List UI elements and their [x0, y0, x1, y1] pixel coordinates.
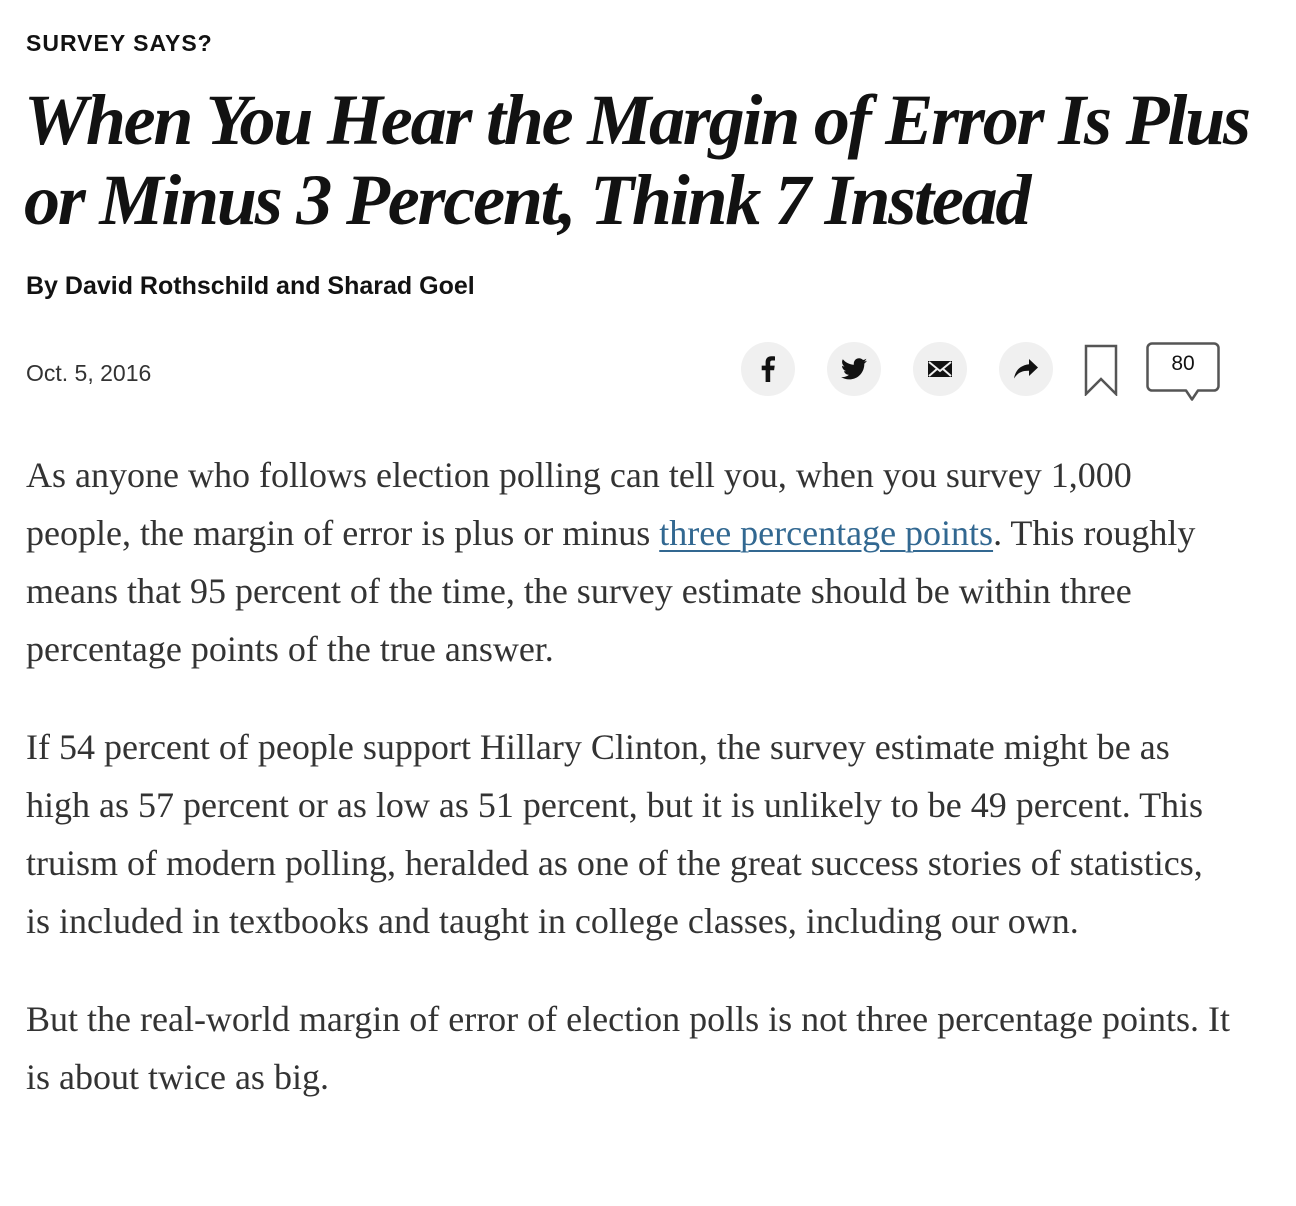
share-arrow-icon — [1014, 359, 1038, 379]
publish-date: Oct. 5, 2016 — [26, 360, 152, 386]
comments-button[interactable]: 80 — [1146, 342, 1222, 404]
more-share-button[interactable] — [999, 342, 1053, 396]
facebook-icon — [761, 356, 775, 382]
twitter-share-button[interactable] — [827, 342, 881, 396]
article-body: As anyone who follows election polling c… — [26, 446, 1231, 1146]
paragraph: As anyone who follows election polling c… — [26, 446, 1231, 678]
section-kicker[interactable]: SURVEY SAYS? — [26, 30, 213, 57]
save-button[interactable] — [1084, 344, 1118, 398]
paragraph: But the real-world margin of error of el… — [26, 999, 1230, 1097]
comment-count: 80 — [1171, 352, 1195, 375]
headline: When You Hear the Margin of Error Is Plu… — [24, 80, 1251, 240]
margin-of-error-link[interactable]: three percentage points — [659, 513, 993, 553]
email-icon — [928, 361, 952, 377]
email-share-button[interactable] — [913, 342, 967, 396]
bookmark-icon — [1084, 344, 1118, 398]
twitter-icon — [841, 358, 867, 380]
meta-row: Oct. 5, 2016 80 — [26, 340, 1220, 406]
byline: By David Rothschild and Sharad Goel — [26, 272, 475, 300]
paragraph: If 54 percent of people support Hillary … — [26, 727, 1204, 941]
facebook-share-button[interactable] — [741, 342, 795, 396]
